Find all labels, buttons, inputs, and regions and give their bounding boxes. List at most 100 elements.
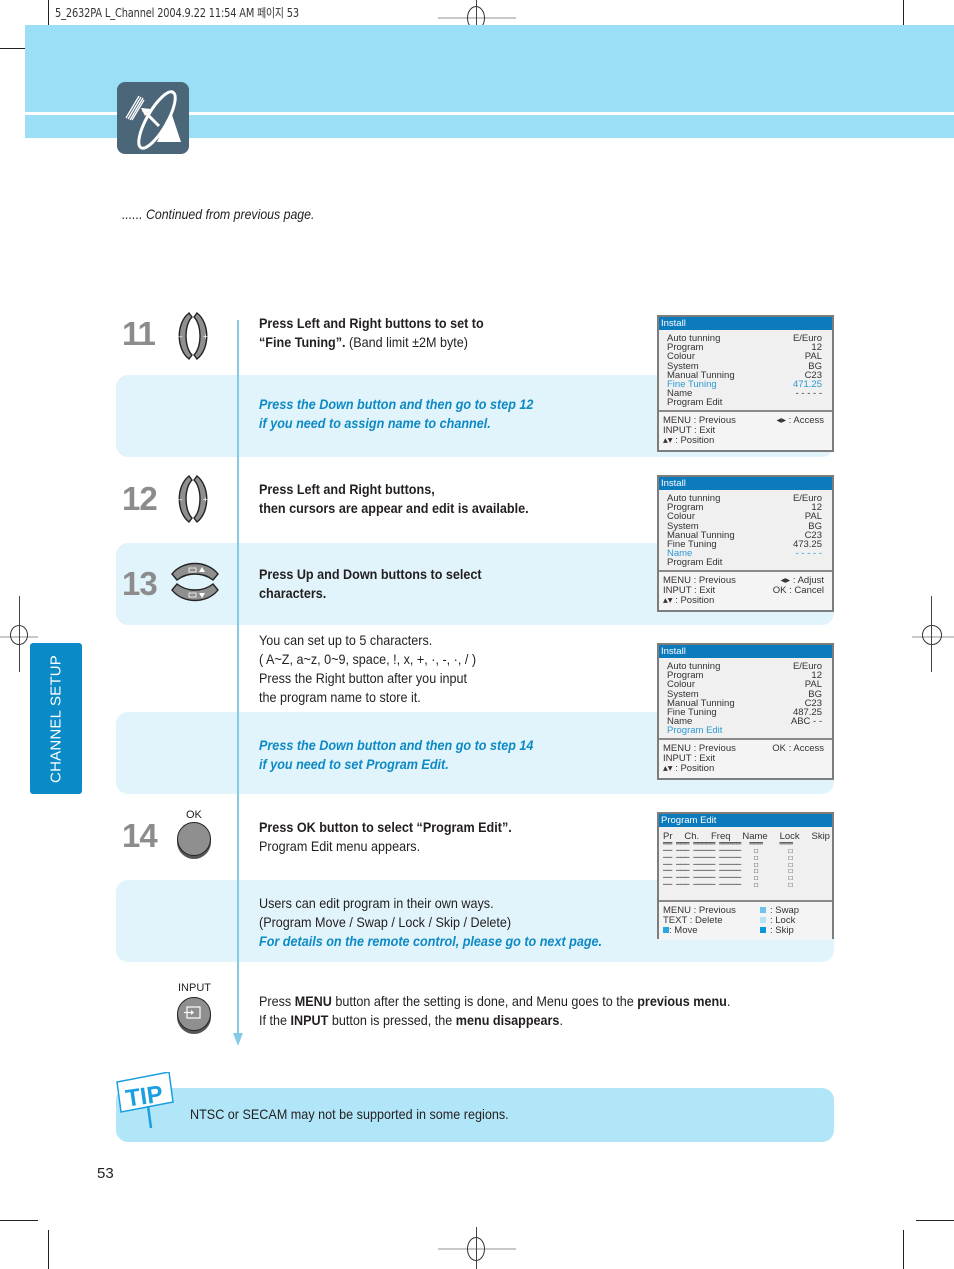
left-right-buttons-icon: – + — [172, 474, 214, 529]
svg-text:–: – — [178, 332, 183, 341]
instruction-text: . — [559, 1012, 563, 1028]
osd-footer-left: INPUT : Exit — [663, 752, 716, 764]
step-13-instruction: Press Up and Down buttons to select char… — [259, 565, 482, 603]
osd-footer-left: INPUT : Exit — [663, 584, 716, 596]
program-edit-screen: Program Edit Pr Ch. Freq Name Lock Skip ══ ══… — [657, 812, 834, 940]
tip-sign-icon: TIP — [115, 1071, 177, 1135]
page-number: 53 — [97, 1165, 114, 1182]
registration-mark — [922, 625, 942, 645]
svg-text:+: + — [203, 495, 208, 504]
osd-menu: Auto tunning E/Euro Program 12 Colour PAL Syst… — [659, 330, 832, 412]
svg-text:+: + — [203, 332, 208, 341]
svg-text:–: – — [178, 495, 183, 504]
osd-footer-right: : Skip — [760, 926, 824, 936]
detail-text: Press the Right button after you input — [259, 670, 468, 686]
osd-footer-left: MENU : Previous — [663, 742, 736, 754]
osd-title: Install — [659, 317, 832, 330]
osd-row-label: Program Edit — [667, 725, 723, 737]
step-14-detail: Users can edit program in their own ways… — [259, 894, 602, 951]
crop-mark — [903, 1230, 904, 1269]
instruction-text: menu disappears — [455, 1012, 560, 1028]
program-edit-rows: ══ ═══ ═════ ═════ ═══ ═══ ── ─── ───── … — [663, 839, 793, 889]
instruction-text: “Fine Tuning”. — [259, 334, 346, 350]
osd-row-label: Program Edit — [667, 557, 723, 569]
step-13-detail: You can set up to 5 characters. ( A~Z, a… — [259, 631, 476, 707]
instruction-text: Press OK button to select “Program Edit”… — [259, 819, 512, 835]
osd-title: Program Edit — [659, 814, 832, 827]
section-tab-label: CHANNEL SETUP — [47, 654, 65, 783]
osd-menu: Auto tunning E/Euro Program 12 Colour PAL Syst… — [659, 658, 832, 740]
osd-menu-row: Program Edit — [667, 398, 822, 408]
ok-button-label: OK — [186, 809, 202, 821]
osd-footer-left: MENU : Previous — [663, 414, 736, 426]
note-text: Press the Down button and then go to ste… — [259, 737, 534, 753]
instruction-text: INPUT — [290, 1012, 329, 1028]
continued-note: ...... Continued from previous page. — [122, 206, 315, 222]
osd-footer-right: ◂▸ : Adjust — [780, 574, 824, 586]
detail-text: the program name to store it. — [259, 689, 421, 705]
note-text: if you need to set Program Edit. — [259, 756, 449, 772]
install-menu-screen: Install Auto tunning E/Euro Program 12 Colour… — [657, 475, 834, 612]
ok-button-icon — [177, 822, 211, 856]
osd-footer-left: ▴▾ : Position — [663, 434, 715, 446]
instruction-text: (Band limit ±2M byte) — [345, 334, 469, 350]
instruction-text: button after the setting is done, and Me… — [331, 993, 638, 1009]
osd-footer-row: ▴▾ : Position — [663, 595, 824, 606]
osd-footer-row: INPUT : Exit — [663, 424, 824, 436]
note-text: Press the Down button and then go to ste… — [259, 396, 534, 412]
left-right-buttons-icon: – + — [172, 311, 214, 366]
instruction-text: Press — [259, 993, 295, 1009]
color-key-icon — [760, 907, 766, 914]
step-11-instruction: Press Left and Right buttons to set to “… — [259, 314, 484, 352]
install-menu-screen: Install Auto tunning E/Euro Program 12 Colour… — [657, 643, 834, 780]
step-number: 14 — [122, 817, 158, 854]
step-11-note: Press the Down button and then go to ste… — [259, 395, 533, 433]
color-key-icon — [760, 927, 766, 934]
osd-footer-right: OK : Access — [772, 742, 824, 754]
osd-row-value: - - - - - — [795, 388, 822, 400]
step-number: 11 — [122, 315, 156, 352]
print-slug: 5_2632PA L_Channel 2004.9.22 11:54 AM 페이… — [55, 6, 299, 20]
registration-mark — [476, 1227, 477, 1269]
osd-footer: MENU : Previous OK : Access INPUT : Exit ▴▾… — [659, 739, 832, 778]
osd-title: Install — [659, 477, 832, 490]
osd-row-value: ABC - - — [790, 716, 822, 728]
instruction-text: characters. — [259, 585, 327, 601]
satellite-dish-icon — [117, 82, 189, 154]
instruction-text: Program Edit menu appears. — [259, 838, 421, 854]
osd-footer-row: : Move : Skip — [663, 926, 824, 936]
instruction-text: . — [726, 993, 731, 1009]
osd-footer-row: ▴▾ : Position — [663, 434, 824, 446]
osd-footer-row: MENU : Previous ◂▸ : Access — [663, 414, 824, 426]
crop-mark — [0, 1220, 38, 1221]
osd-footer-right: OK : Cancel — [772, 584, 824, 596]
registration-mark — [931, 596, 932, 672]
osd-footer-left: INPUT : Exit — [663, 424, 716, 436]
osd-footer-row: INPUT : Exit OK : Cancel — [663, 584, 824, 596]
column-header: Skip — [811, 831, 830, 842]
crop-mark — [48, 1230, 49, 1269]
instruction-text: then cursors are appear and edit is avai… — [259, 500, 529, 516]
allowed-characters: ( A~Z, a~z, 0~9, space, !, x, +, ·, -, ·… — [259, 651, 477, 667]
input-source-icon — [177, 997, 211, 1031]
program-edit-table: Pr Ch. Freq Name Lock Skip ══ ═══ ═════ ═════… — [659, 827, 832, 902]
footer-text: : Skip — [770, 925, 794, 936]
osd-menu: Auto tunning E/Euro Program 12 Colour PAL Syst… — [659, 490, 832, 572]
step-13-note: Press the Down button and then go to ste… — [259, 736, 533, 774]
instruction-text: Press Up and Down buttons to select — [259, 566, 482, 582]
osd-title: Install — [659, 645, 832, 658]
instruction-text: Press Left and Right buttons, — [259, 481, 435, 497]
osd-footer-row: MENU : Previous OK : Access — [663, 742, 824, 754]
instruction-text: MENU — [294, 993, 332, 1009]
input-button-label: INPUT — [178, 982, 211, 994]
osd-footer-row: ▴▾ : Position — [663, 763, 824, 774]
color-key-icon — [760, 917, 766, 924]
osd-footer-row: MENU : Previous ◂▸ : Adjust — [663, 574, 824, 586]
detail-text: (Program Move / Swap / Lock / Skip / Del… — [259, 914, 512, 930]
step-number: 13 — [122, 565, 158, 602]
note-text: For details on the remote control, pleas… — [259, 933, 603, 949]
footer-text: : Move — [669, 925, 698, 936]
osd-menu-row: Program Edit — [667, 557, 822, 569]
osd-footer-left: MENU : Previous — [663, 574, 736, 586]
instruction-text: Press Left and Right buttons to set to — [259, 315, 484, 331]
